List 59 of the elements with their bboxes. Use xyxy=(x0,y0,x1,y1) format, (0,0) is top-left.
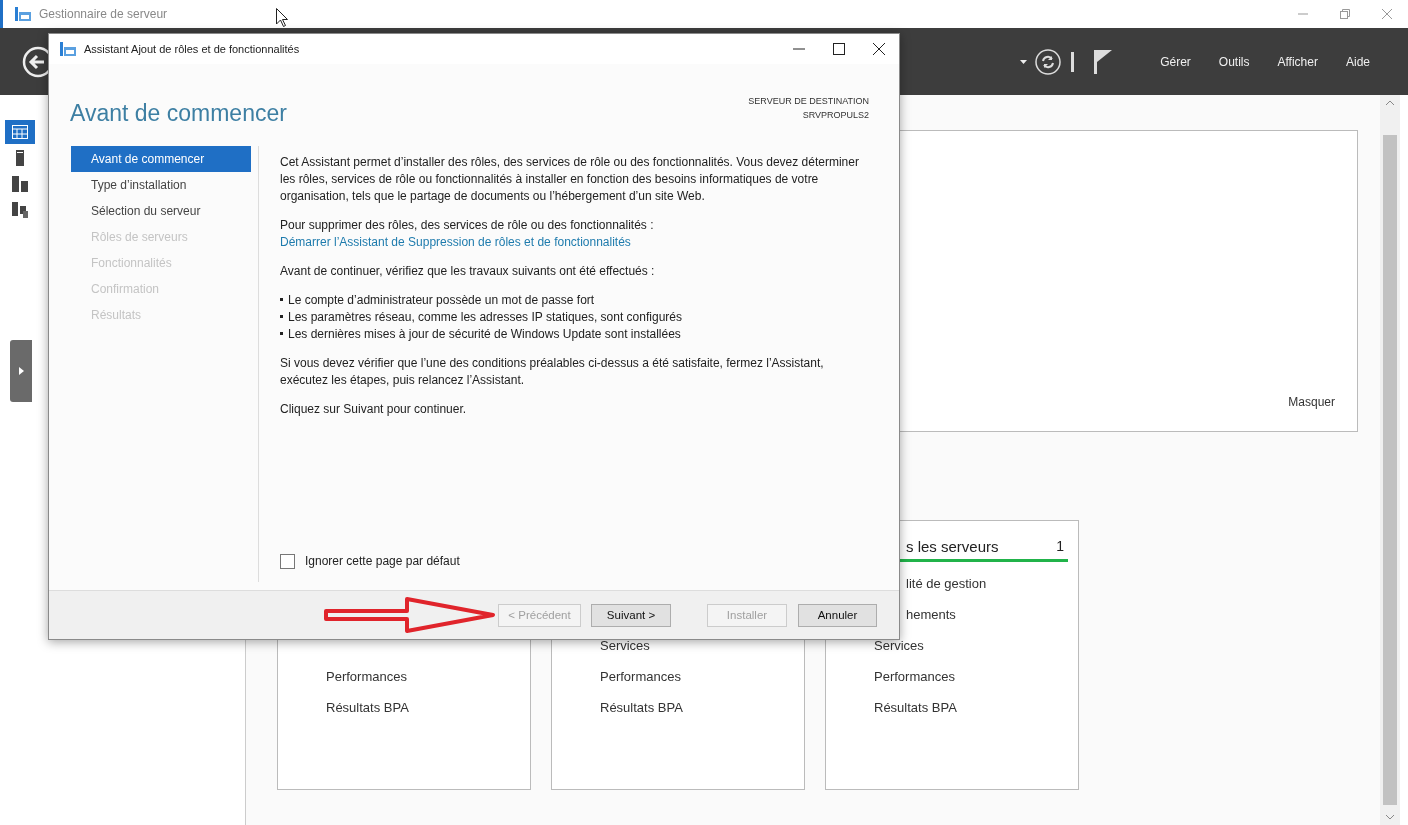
scroll-up-icon[interactable] xyxy=(1386,100,1394,105)
scroll-thumb[interactable] xyxy=(1383,135,1397,805)
refresh-icon[interactable] xyxy=(1035,48,1062,75)
server-manager-icon xyxy=(15,7,31,21)
cursor-icon xyxy=(276,8,288,27)
scroll-down-icon[interactable] xyxy=(1386,815,1394,820)
tile-count: 1 xyxy=(1056,538,1064,554)
checkbox-label[interactable]: Ignorer cette page par défaut xyxy=(305,553,460,570)
server-group-icon[interactable] xyxy=(12,202,28,218)
tile-title: s les serveurs xyxy=(906,537,999,555)
maximize-icon[interactable] xyxy=(833,43,845,55)
note-text: Si vous devez vérifier que l’une des conditions préalables ci-dessus a été satisfaite, fermez l’Assistant, exécutez les étapes, puis relancez l’Assistant. xyxy=(280,355,825,389)
continue-text: Cliquez sur Suivant pour continuer. xyxy=(280,401,468,418)
hide-link[interactable]: Masquer xyxy=(1288,395,1335,409)
checklist-item: Les paramètres réseau, comme les adresses IP statiques, sont configurés xyxy=(288,309,682,326)
page-heading: Avant de commencer xyxy=(70,100,287,128)
bullet-icon xyxy=(280,332,283,335)
dialog-button[interactable]: Annuler xyxy=(798,603,877,627)
servers-icon[interactable] xyxy=(12,176,28,192)
bullet-icon xyxy=(280,298,283,301)
intro-text: Cet Assistant permet d’installer des rôles, des services de rôle ou des fonctionnalités. Vous devez déterminer les rôles, services de rôle ou fonctionnalités à installer en fonction des besoins informatiques de votre organisation, tels que le partage de documents ou l’hébergement d’un site Web. xyxy=(280,154,860,205)
remove-text: Pour supprimer des rôles, des services de rôle ou des fonctionnalités : xyxy=(280,217,655,234)
separator-bar xyxy=(1071,51,1075,72)
menu-item[interactable]: Afficher xyxy=(1275,50,1320,73)
wizard-step[interactable]: Sélection du serveur xyxy=(71,198,251,224)
play-icon xyxy=(18,367,24,375)
checklist-intro: Avant de continuer, vérifiez que les travaux suivants ont été effectués : xyxy=(280,263,656,280)
tile-row[interactable]: Résultats BPA xyxy=(326,692,520,723)
checklist-item: Les dernières mises à jour de sécurité de Windows Update sont installées xyxy=(288,326,681,343)
remove-wizard-link[interactable]: Démarrer l’Assistant de Suppression de rôles et de fonctionnalités xyxy=(280,235,631,249)
destination-label: SERVEUR DE DESTINATION xyxy=(748,95,869,108)
dialog-title: Assistant Ajout de rôles et de fonctionnalités xyxy=(84,43,300,55)
sidebar-item[interactable] xyxy=(5,120,35,144)
scrollbar[interactable] xyxy=(1380,95,1400,825)
tile-row[interactable]: Services xyxy=(874,630,1068,661)
menu-item[interactable]: Gérer xyxy=(1158,50,1193,73)
tile-row[interactable]: Résultats BPA xyxy=(874,692,1068,723)
server-icon[interactable] xyxy=(16,150,24,166)
window-title: Gestionnaire de serveur xyxy=(39,7,168,21)
flag-icon[interactable] xyxy=(1094,49,1113,74)
wizard-icon xyxy=(60,42,76,56)
destination-server: SRVPROPULS2 xyxy=(801,109,869,122)
bullet-icon xyxy=(280,315,283,318)
tile-row[interactable]: Performances xyxy=(600,661,794,692)
checklist-item: Le compte d’administrateur possède un mot de passe fort xyxy=(288,292,595,309)
menu-item[interactable]: Aide xyxy=(1343,50,1372,73)
tile-row[interactable]: Performances xyxy=(326,661,520,692)
tile-row[interactable]: Résultats BPA xyxy=(600,692,794,723)
wizard-step[interactable]: Type d’installation xyxy=(71,172,251,198)
caret-icon[interactable] xyxy=(1020,59,1028,64)
skip-checkbox[interactable] xyxy=(280,554,295,569)
menu-item[interactable]: Outils xyxy=(1216,50,1252,73)
wizard-step[interactable]: Avant de commencer xyxy=(71,146,251,172)
close-icon[interactable] xyxy=(873,43,885,55)
dashboard-icon[interactable] xyxy=(12,125,28,139)
dialog-button[interactable]: Suivant > xyxy=(591,603,671,627)
expand-handle[interactable] xyxy=(10,340,32,402)
tile-row[interactable]: Performances xyxy=(874,661,1068,692)
restore-icon[interactable] xyxy=(1340,9,1350,19)
